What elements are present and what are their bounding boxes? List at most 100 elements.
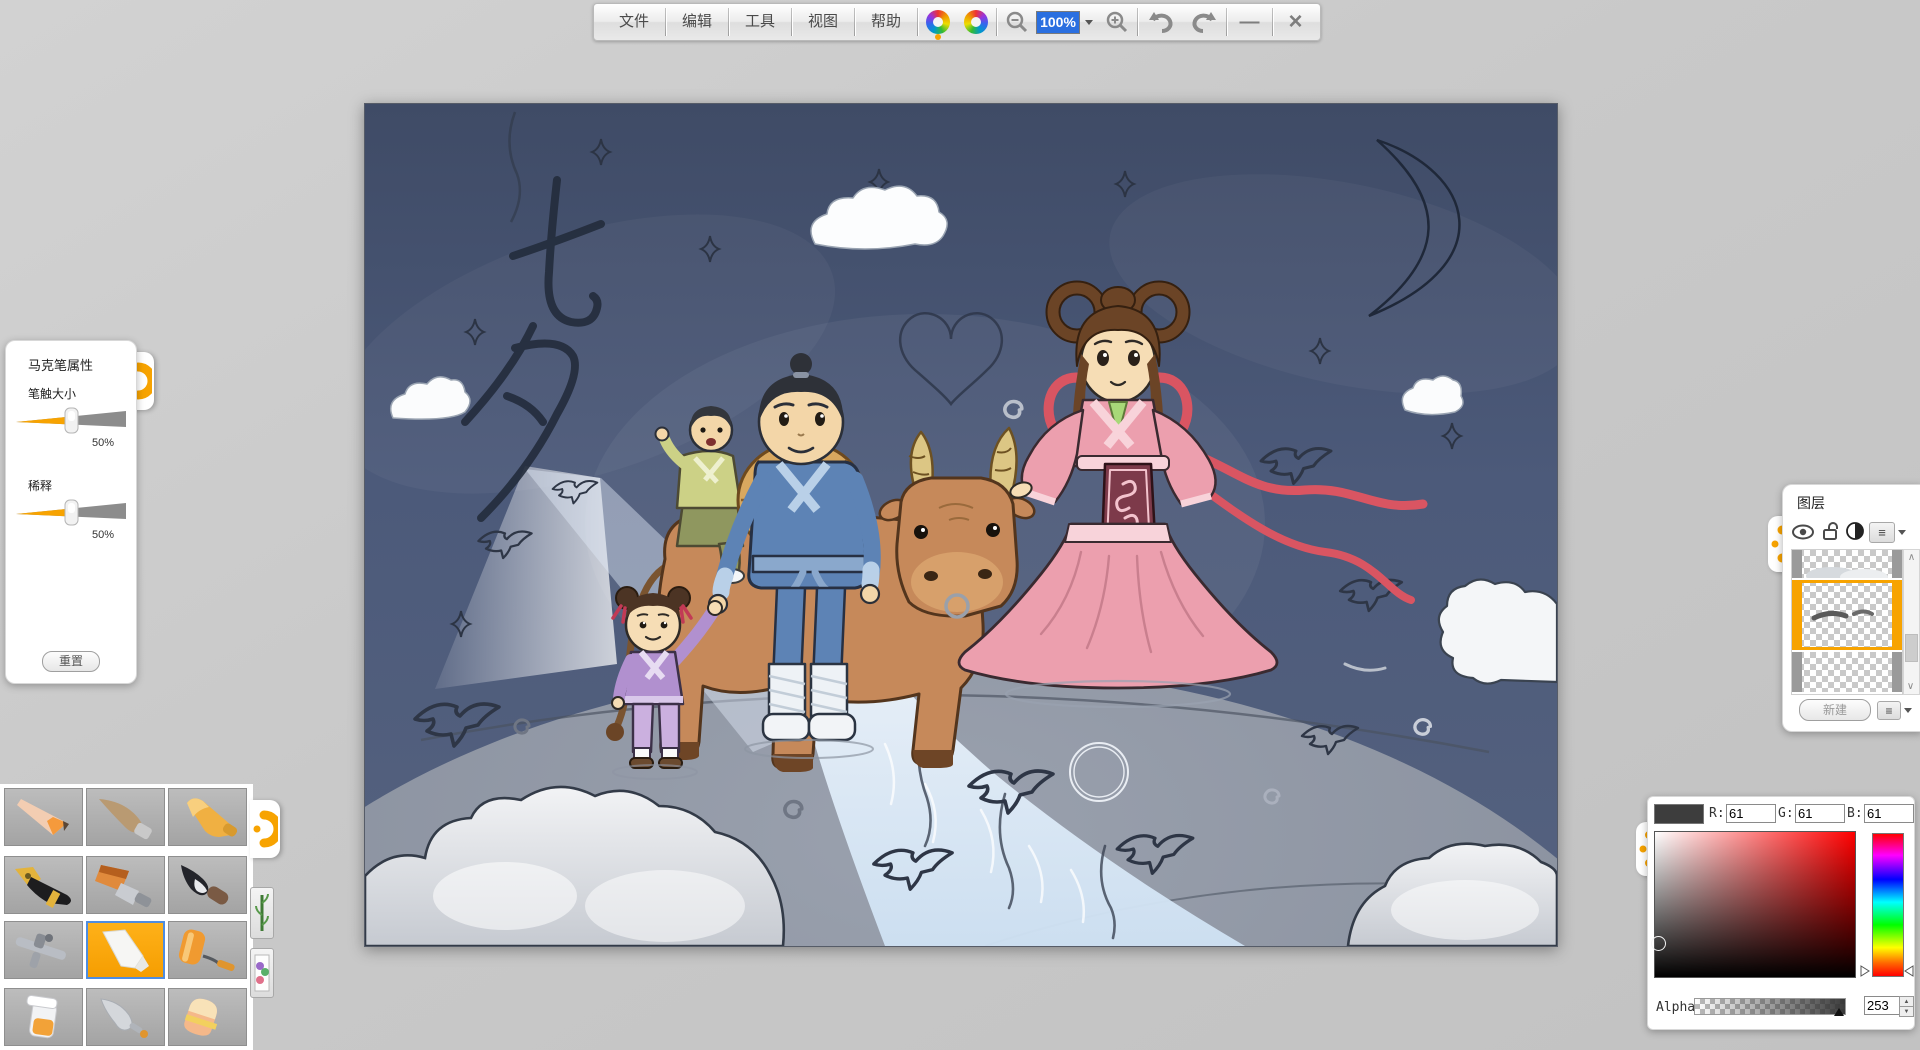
redo-button[interactable]: [1182, 7, 1225, 37]
alpha-spin-down[interactable]: ▼: [1899, 1006, 1914, 1017]
tool-paint-roller[interactable]: [168, 921, 247, 979]
g-label: G:: [1778, 806, 1794, 821]
layers-panel-title: 图层: [1797, 495, 1825, 511]
menu-view[interactable]: 视图: [793, 7, 853, 37]
toolbar-separator: [791, 8, 792, 36]
zoom-in-icon: [1106, 11, 1128, 33]
menu-file[interactable]: 文件: [604, 7, 664, 37]
dilution-label: 稀释: [28, 479, 53, 493]
drawing-canvas[interactable]: [157, 103, 1693, 1050]
r-input[interactable]: [1726, 804, 1776, 823]
close-icon: ×: [1288, 8, 1303, 35]
hue-strip[interactable]: [1872, 833, 1904, 977]
layer-lock-button[interactable]: [1821, 521, 1841, 546]
color-ring-icon: [964, 10, 988, 34]
alpha-input[interactable]: [1864, 996, 1900, 1015]
layer-menu-icon: ≡: [1878, 525, 1886, 540]
brush-pen-icon: [98, 799, 152, 840]
zoom-in-button[interactable]: [1098, 7, 1136, 37]
alpha-marker-icon: [1834, 1008, 1844, 1016]
flat-brush-icon: [94, 865, 151, 908]
tool-brush-pen[interactable]: [86, 788, 165, 846]
tool-ink-brush[interactable]: [168, 856, 247, 914]
zoom-dropdown-button[interactable]: [1080, 7, 1098, 37]
saturation-value-square[interactable]: [1651, 831, 1856, 978]
tool-eraser[interactable]: [168, 988, 247, 1046]
g-input[interactable]: [1795, 804, 1845, 823]
layer-row-bottom[interactable]: [1792, 652, 1902, 692]
current-color-swatch: [1654, 804, 1704, 824]
layer-thumbnail-content: [1811, 609, 1874, 621]
menu-edit[interactable]: 编辑: [667, 7, 727, 37]
tool-flat-brush[interactable]: [86, 856, 165, 914]
tool-pencil[interactable]: [4, 788, 83, 846]
application-window: 文件 编辑 工具 视图 帮助 100% — × 马克笔属性 笔触大小 50% 稀…: [0, 0, 1920, 1050]
main-toolbar: 文件 编辑 工具 视图 帮助 100% — ×: [593, 3, 1321, 41]
airbrush-icon: [15, 933, 66, 969]
zoom-level-field[interactable]: 100%: [1036, 10, 1080, 34]
menu-tools[interactable]: 工具: [730, 7, 790, 37]
layers-menu-button[interactable]: ≡: [1877, 701, 1901, 720]
undo-button[interactable]: [1139, 7, 1182, 37]
bamboo-brush-button[interactable]: [250, 887, 274, 939]
menu-help[interactable]: 帮助: [856, 7, 916, 37]
alpha-slider[interactable]: [1694, 998, 1846, 1016]
tool-paint-jar[interactable]: [4, 988, 83, 1046]
reset-button[interactable]: 重置: [42, 651, 100, 672]
marker-properties-panel: 马克笔属性 笔触大小 50% 稀释 50% 重置: [5, 340, 137, 684]
color-ring-button[interactable]: [957, 7, 995, 37]
zoom-out-button[interactable]: [998, 7, 1036, 37]
toolbar-separator: [728, 8, 729, 36]
layer-list: [1791, 549, 1903, 695]
layer-edge-bar: [1792, 550, 1802, 578]
b-input[interactable]: [1864, 804, 1914, 823]
zoom-out-icon: [1006, 11, 1028, 33]
sticker-icon: [254, 954, 270, 992]
new-layer-button[interactable]: 新建: [1799, 699, 1871, 721]
sv-cursor[interactable]: [1651, 936, 1666, 951]
layer-visibility-button[interactable]: [1791, 523, 1815, 546]
layer-row-selected[interactable]: [1792, 580, 1902, 650]
tool-marker[interactable]: [86, 921, 165, 979]
eraser-icon: [183, 998, 217, 1036]
scroll-down-icon[interactable]: ∨: [1904, 681, 1917, 692]
dilution-slider[interactable]: [16, 497, 126, 527]
layer-blend-button[interactable]: [1845, 521, 1865, 546]
tool-palette-handle[interactable]: [250, 800, 280, 858]
tool-airbrush[interactable]: [4, 921, 83, 979]
canvas-artwork: [157, 104, 1693, 1050]
tool-palette-knife[interactable]: [86, 988, 165, 1046]
minimize-button[interactable]: —: [1228, 7, 1271, 37]
hue-marker-right-icon[interactable]: [1904, 965, 1914, 977]
layer-edge-bar-selected: [1792, 580, 1802, 650]
sticker-button[interactable]: [250, 948, 274, 998]
layer-row-top[interactable]: [1792, 550, 1902, 578]
alpha-label: Alpha: [1656, 1000, 1696, 1015]
redo-icon: [1192, 12, 1216, 33]
tool-fountain-pen[interactable]: [4, 856, 83, 914]
eye-icon: [1792, 524, 1814, 540]
scrollbar-thumb[interactable]: [1905, 634, 1918, 662]
crayon-icon: [186, 798, 237, 837]
paint-jar-icon: [25, 994, 58, 1039]
toolbar-separator: [1226, 8, 1227, 36]
b-label: B:: [1847, 806, 1863, 821]
tool-palette-panel: [0, 784, 253, 1050]
color-wheel-button[interactable]: [919, 7, 957, 40]
toolbar-separator: [917, 8, 918, 36]
brush-size-slider[interactable]: [16, 405, 126, 435]
active-dot: [935, 34, 941, 40]
scroll-up-icon[interactable]: ∧: [1904, 552, 1919, 563]
close-button[interactable]: ×: [1274, 7, 1317, 37]
hue-marker-left-icon[interactable]: [1860, 965, 1870, 977]
layer-edge-bar-selected: [1892, 580, 1902, 650]
color-picker-panel: R: G: B: Alpha ▲ ▼: [1647, 796, 1915, 1030]
minimize-icon: —: [1239, 10, 1260, 33]
toolbar-separator: [996, 8, 997, 36]
layer-options-button[interactable]: ≡: [1869, 522, 1895, 543]
tool-crayon[interactable]: [168, 788, 247, 846]
unlock-icon: [1823, 522, 1838, 540]
pencil-icon: [16, 799, 69, 835]
layer-scrollbar[interactable]: ∧ ∨: [1903, 549, 1920, 695]
layer-menu-icon: ≡: [1885, 703, 1893, 718]
